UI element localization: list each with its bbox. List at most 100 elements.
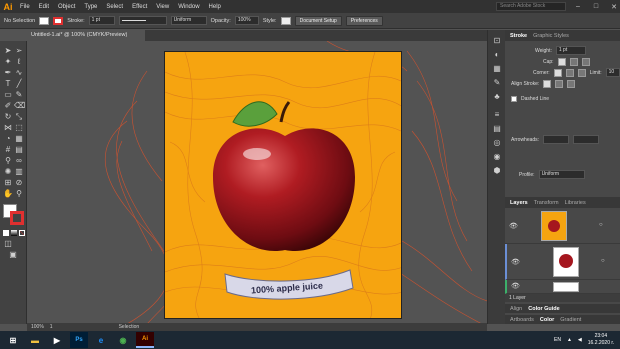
width-tool-icon[interactable]: ⋈ bbox=[3, 123, 13, 133]
screen-mode-icon[interactable]: ▣ bbox=[8, 250, 18, 260]
scale-tool-icon[interactable]: ⤡ bbox=[14, 112, 24, 122]
menu-file[interactable]: File bbox=[20, 4, 30, 10]
windows-start-icon[interactable]: ⊞ bbox=[4, 332, 22, 348]
appearance-icon[interactable]: ◉ bbox=[492, 152, 502, 162]
weight-input[interactable]: 1 pt bbox=[555, 46, 586, 55]
language-indicator[interactable]: EN bbox=[554, 337, 561, 343]
line-tool-icon[interactable]: ╱ bbox=[14, 79, 24, 89]
rotate-tool-icon[interactable]: ↻ bbox=[3, 112, 13, 122]
profile-dropdown[interactable]: Uniform bbox=[538, 170, 585, 179]
file-explorer-icon[interactable]: ▬ bbox=[26, 332, 44, 348]
align-center-icon[interactable] bbox=[543, 79, 552, 88]
media-player-icon[interactable]: ▶ bbox=[48, 332, 66, 348]
transparency-icon[interactable]: ◎ bbox=[492, 138, 502, 148]
tab-stroke[interactable]: Stroke bbox=[510, 33, 527, 39]
eyedropper-tool-icon[interactable]: ⚲ bbox=[3, 156, 13, 166]
tab-artboards[interactable]: Artboards bbox=[510, 317, 534, 323]
symbols-icon[interactable]: ♣ bbox=[492, 92, 502, 102]
photoshop-icon[interactable]: Ps bbox=[70, 332, 88, 348]
bevel-join-icon[interactable] bbox=[577, 68, 586, 77]
shaper-tool-icon[interactable]: ✐ bbox=[3, 101, 13, 111]
perspective-grid-tool-icon[interactable]: ▦ bbox=[14, 134, 24, 144]
visibility-eye-icon[interactable]: 👁 bbox=[509, 222, 518, 230]
minimize-button[interactable]: – bbox=[572, 3, 584, 10]
chrome-icon[interactable]: ◉ bbox=[114, 332, 132, 348]
tab-transform[interactable]: Transform bbox=[534, 200, 559, 206]
paintbrush-tool-icon[interactable]: ✎ bbox=[14, 90, 24, 100]
graphic-styles-icon[interactable]: ⬢ bbox=[492, 166, 502, 176]
color-icon[interactable]: ◐ bbox=[492, 50, 502, 60]
magic-wand-tool-icon[interactable]: ✦ bbox=[3, 57, 13, 67]
stroke-icon[interactable]: ≡ bbox=[492, 110, 502, 120]
gradient-mode-icon[interactable] bbox=[11, 230, 17, 236]
opacity-input[interactable]: 100% bbox=[234, 16, 259, 25]
color-mode-icon[interactable] bbox=[3, 230, 9, 236]
brushes-icon[interactable]: ✎ bbox=[492, 78, 502, 88]
pen-tool-icon[interactable]: ✒ bbox=[3, 68, 13, 78]
gradient-tool-icon[interactable]: ▤ bbox=[14, 145, 24, 155]
internet-explorer-icon[interactable]: e bbox=[92, 332, 110, 348]
align-outside-icon[interactable] bbox=[567, 79, 576, 88]
zoom-level[interactable]: 100% bbox=[31, 324, 44, 330]
tab-libraries[interactable]: Libraries bbox=[565, 200, 586, 206]
network-icon[interactable]: ▲ bbox=[567, 337, 572, 343]
direct-selection-tool-icon[interactable]: ➢ bbox=[14, 46, 24, 56]
illustrator-taskbar-icon[interactable]: Ai bbox=[136, 332, 154, 348]
menu-window[interactable]: Window bbox=[178, 4, 199, 10]
target-circle-icon[interactable]: ○ bbox=[599, 222, 603, 228]
free-transform-tool-icon[interactable]: ⬚ bbox=[14, 123, 24, 133]
butt-cap-icon[interactable] bbox=[557, 57, 566, 66]
preferences-button[interactable]: Preferences bbox=[345, 15, 383, 26]
tab-layers[interactable]: Layers bbox=[510, 200, 528, 206]
visibility-eye-icon[interactable]: 👁 bbox=[511, 282, 520, 290]
layer-row[interactable]: 👁 bbox=[505, 280, 620, 294]
column-graph-tool-icon[interactable]: ▥ bbox=[14, 167, 24, 177]
tab-gradient[interactable]: Gradient bbox=[560, 317, 581, 323]
fill-swatch[interactable] bbox=[39, 16, 50, 25]
tab-graphic-styles[interactable]: Graphic Styles bbox=[533, 33, 569, 39]
menu-select[interactable]: Select bbox=[106, 4, 123, 10]
menu-effect[interactable]: Effect bbox=[132, 4, 147, 10]
mesh-tool-icon[interactable]: # bbox=[3, 145, 13, 155]
eraser-tool-icon[interactable]: ⌫ bbox=[14, 101, 25, 111]
zoom-tool-icon[interactable]: ⚲ bbox=[14, 189, 24, 199]
symbol-sprayer-tool-icon[interactable]: ✺ bbox=[3, 167, 13, 177]
menu-edit[interactable]: Edit bbox=[39, 4, 49, 10]
maximize-button[interactable]: □ bbox=[590, 3, 602, 10]
arrowhead-end-dropdown[interactable] bbox=[573, 135, 600, 144]
round-join-icon[interactable] bbox=[565, 68, 574, 77]
rectangle-tool-icon[interactable]: ▭ bbox=[3, 90, 13, 100]
stroke-swatch[interactable] bbox=[53, 16, 64, 25]
menu-view[interactable]: View bbox=[156, 4, 169, 10]
clock-date[interactable]: 16.2.2020 г. bbox=[588, 340, 614, 347]
close-button[interactable]: ✕ bbox=[608, 3, 620, 11]
artboard-number[interactable]: 1 bbox=[50, 324, 53, 330]
dashed-line-checkbox[interactable] bbox=[511, 95, 517, 102]
layer-row[interactable]: 👁 ○ bbox=[505, 244, 620, 280]
variable-width-dropdown[interactable] bbox=[118, 16, 167, 25]
shape-builder-tool-icon[interactable]: ◔ bbox=[3, 134, 13, 144]
artboard[interactable]: 100% apple juice bbox=[164, 51, 402, 319]
style-swatch[interactable] bbox=[280, 16, 291, 25]
curvature-tool-icon[interactable]: ∿ bbox=[14, 68, 24, 78]
draw-mode-icon[interactable]: ◫ bbox=[3, 239, 13, 249]
artboard-tool-icon[interactable]: ⊞ bbox=[3, 178, 13, 188]
swatches-icon[interactable]: ▦ bbox=[492, 64, 502, 74]
properties-icon[interactable]: ⊡ bbox=[492, 36, 502, 46]
tab-color[interactable]: Color bbox=[540, 317, 554, 323]
limit-input[interactable]: 10 bbox=[605, 68, 620, 77]
menu-type[interactable]: Type bbox=[84, 4, 97, 10]
blend-tool-icon[interactable]: ∞ bbox=[14, 156, 24, 166]
stroke-color-icon[interactable] bbox=[10, 211, 24, 225]
hand-tool-icon[interactable]: ✋ bbox=[3, 189, 13, 199]
stroke-weight-dropdown[interactable]: 1 pt bbox=[88, 16, 115, 25]
tab-color-guide[interactable]: Color Guide bbox=[528, 306, 559, 312]
brush-dropdown[interactable]: Uniform bbox=[170, 16, 207, 25]
slice-tool-icon[interactable]: ⊘ bbox=[14, 178, 24, 188]
clock-time[interactable]: 23:04 bbox=[588, 333, 614, 340]
document-setup-button[interactable]: Document Setup bbox=[294, 15, 342, 26]
arrowhead-start-dropdown[interactable] bbox=[543, 135, 570, 144]
lasso-tool-icon[interactable]: ℓ bbox=[14, 57, 24, 67]
visibility-eye-icon[interactable]: 👁 bbox=[511, 258, 520, 266]
align-inside-icon[interactable] bbox=[555, 79, 564, 88]
